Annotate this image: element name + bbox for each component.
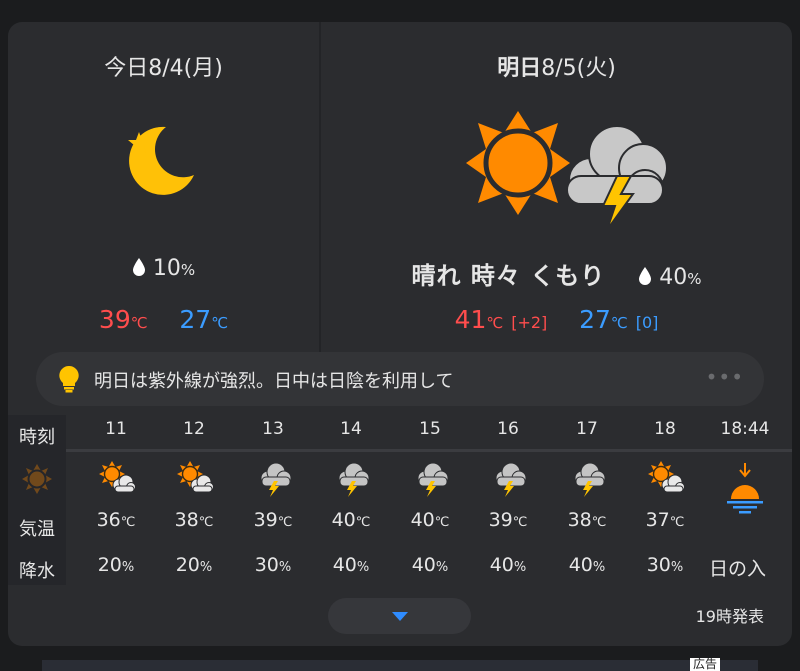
sun-cloud-icon <box>176 460 213 493</box>
tomorrow-temps: 41℃ [+2] 27℃ [0] <box>321 305 792 334</box>
current-sun-icon <box>22 464 52 494</box>
tomorrow-high: 41℃ [+2] <box>454 305 548 334</box>
tomorrow-precip-value: 40 <box>659 265 688 290</box>
thunder-cloud-icon <box>338 462 370 497</box>
sun-then-thunder-icon <box>321 106 792 231</box>
hourly-forecast[interactable]: 時刻 気温 降水 11 36℃ 20% 12 38℃ 20% 13 39℃ 30… <box>8 415 792 585</box>
today-column[interactable]: 今日8/4(月) 10% 39℃ 27℃ <box>8 22 319 352</box>
tomorrow-low-diff: [0] <box>635 313 659 332</box>
tip-text: 明日は紫外線が強烈。日中は日陰を利用して <box>94 371 454 392</box>
thunder-cloud-icon <box>495 462 527 497</box>
thunder-cloud-icon <box>417 462 449 497</box>
today-precip-value: 10 <box>152 256 181 281</box>
today-precip: 10% <box>8 256 319 281</box>
tomorrow-date: 明日8/5(火) <box>497 56 616 81</box>
hour-divider-line <box>66 449 792 452</box>
tomorrow-low: 27℃ [0] <box>579 305 659 334</box>
moon-star-icon <box>8 120 319 210</box>
ad-banner[interactable] <box>42 660 758 671</box>
tomorrow-column[interactable]: 明日8/5(火) 晴れ 時々 くもり 40% 41℃ [+2] 27℃ [0] <box>321 22 792 352</box>
today-date: 今日8/4(月) <box>104 56 223 81</box>
tip-banner[interactable]: 明日は紫外線が強烈。日中は日陰を利用して ••• <box>36 352 764 406</box>
tomorrow-condition: 晴れ 時々 くもり <box>411 262 606 290</box>
today-temps: 39℃ 27℃ <box>8 305 319 334</box>
tomorrow-summary: 晴れ 時々 くもり 40% <box>411 262 702 290</box>
expand-button[interactable] <box>328 598 471 634</box>
sun-cloud-icon <box>98 460 135 493</box>
precip-label: 降水 <box>19 561 55 582</box>
tomorrow-high-diff: [+2] <box>511 313 548 332</box>
sunset-icon <box>727 463 763 514</box>
issued-time: 19時発表 <box>695 607 764 626</box>
chevron-down-icon <box>392 612 408 621</box>
sunset-time: 18:44 <box>720 419 770 439</box>
thunder-cloud-icon <box>260 462 292 497</box>
today-high: 39℃ <box>98 305 148 334</box>
more-icon[interactable]: ••• <box>706 365 744 389</box>
weather-card: 今日8/4(月) 10% 39℃ 27℃ 明日8/5(火) 晴れ 時々 くもり … <box>8 22 792 646</box>
lightbulb-icon <box>59 365 79 393</box>
sunset-label: 日の入 <box>709 558 767 580</box>
raindrop-icon <box>132 258 145 276</box>
thunder-cloud-icon <box>574 462 606 497</box>
today-low: 27℃ <box>179 305 229 334</box>
raindrop-icon <box>639 267 652 285</box>
temp-label: 気温 <box>19 519 55 540</box>
ad-label: 広告 <box>689 658 720 671</box>
time-label: 時刻 <box>19 427 55 448</box>
sun-cloud-icon <box>647 460 684 493</box>
row-labels: 時刻 気温 降水 <box>8 415 66 585</box>
